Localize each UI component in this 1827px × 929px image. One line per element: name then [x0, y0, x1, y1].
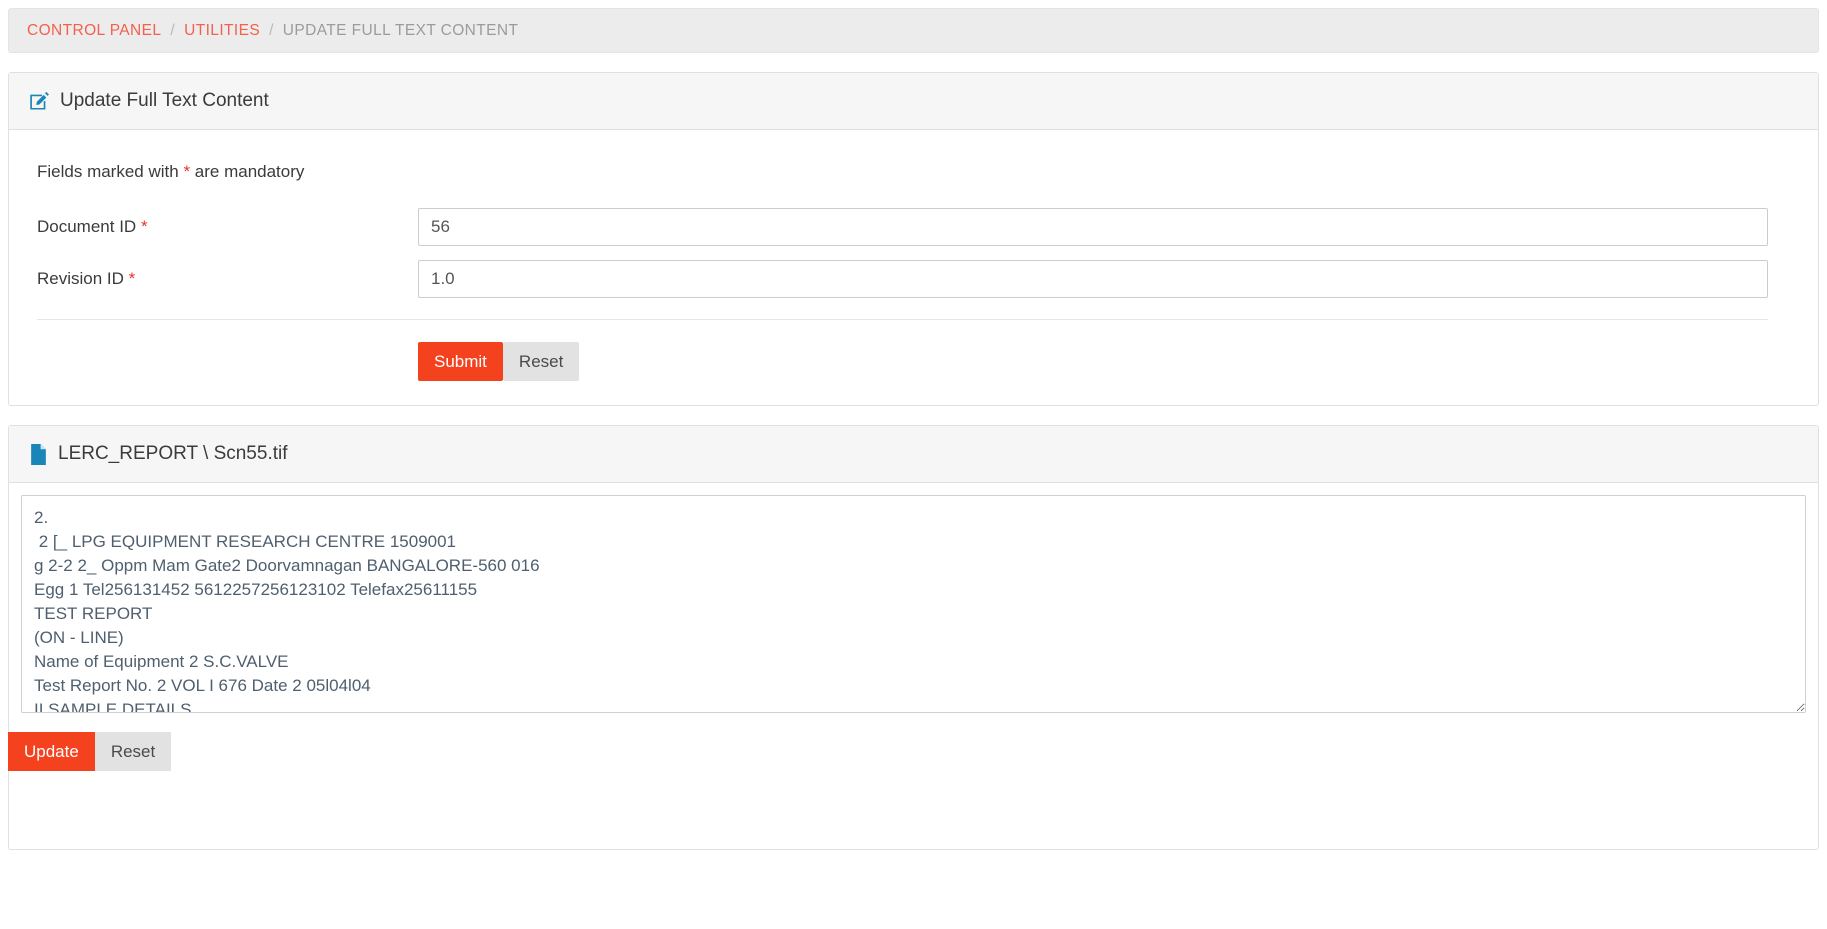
revision-id-required-marker: * — [128, 269, 136, 288]
mandatory-note-prefix: Fields marked with — [37, 162, 184, 181]
file-content-panel: LERC_REPORT \ Scn55.tif 2. 2 [_ LPG EQUI… — [8, 425, 1819, 850]
update-full-text-panel: Update Full Text Content Fields marked w… — [8, 72, 1819, 406]
revision-id-label-text: Revision ID — [37, 269, 124, 288]
file-panel-title: LERC_REPORT \ Scn55.tif — [58, 443, 288, 464]
submit-button[interactable]: Submit — [418, 342, 503, 381]
document-id-label: Document ID * — [33, 217, 418, 237]
form-divider — [37, 319, 1768, 320]
form-button-group: Submit Reset — [33, 342, 1794, 381]
breadcrumb: CONTROL PANEL / UTILITIES / UPDATE FULL … — [8, 8, 1819, 53]
panel-spacer — [21, 771, 1806, 849]
reset-button[interactable]: Reset — [502, 342, 580, 381]
file-icon — [29, 443, 48, 465]
revision-id-label: Revision ID * — [33, 269, 418, 289]
file-panel-header: LERC_REPORT \ Scn55.tif — [9, 426, 1818, 483]
file-content-body: 2. 2 [_ LPG EQUIPMENT RESEARCH CENTRE 15… — [8, 483, 1818, 849]
document-id-row: Document ID * — [33, 208, 1794, 246]
form-panel-header: Update Full Text Content — [9, 73, 1818, 130]
form-panel-title: Update Full Text Content — [60, 90, 269, 111]
page-container: CONTROL PANEL / UTILITIES / UPDATE FULL … — [0, 0, 1827, 850]
content-button-group: Update Reset — [8, 732, 1806, 771]
document-id-required-marker: * — [140, 217, 148, 236]
update-button[interactable]: Update — [8, 732, 95, 771]
content-reset-button[interactable]: Reset — [94, 732, 172, 771]
mandatory-note: Fields marked with * are mandatory — [37, 162, 1794, 182]
document-id-label-text: Document ID — [37, 217, 137, 236]
breadcrumb-item-control-panel[interactable]: CONTROL PANEL — [27, 22, 161, 40]
mandatory-note-suffix: are mandatory — [190, 162, 305, 181]
edit-square-icon — [29, 91, 50, 112]
revision-id-row: Revision ID * — [33, 260, 1794, 298]
revision-id-input[interactable] — [418, 260, 1768, 298]
breadcrumb-item-current: UPDATE FULL TEXT CONTENT — [282, 21, 519, 39]
breadcrumb-item-utilities[interactable]: UTILITIES — [184, 22, 260, 40]
full-text-content-textarea[interactable]: 2. 2 [_ LPG EQUIPMENT RESEARCH CENTRE 15… — [21, 495, 1806, 713]
form-panel-body: Fields marked with * are mandatory Docum… — [9, 130, 1818, 405]
document-id-input[interactable] — [418, 208, 1768, 246]
breadcrumb-separator: / — [269, 21, 274, 39]
breadcrumb-separator: / — [170, 21, 176, 39]
